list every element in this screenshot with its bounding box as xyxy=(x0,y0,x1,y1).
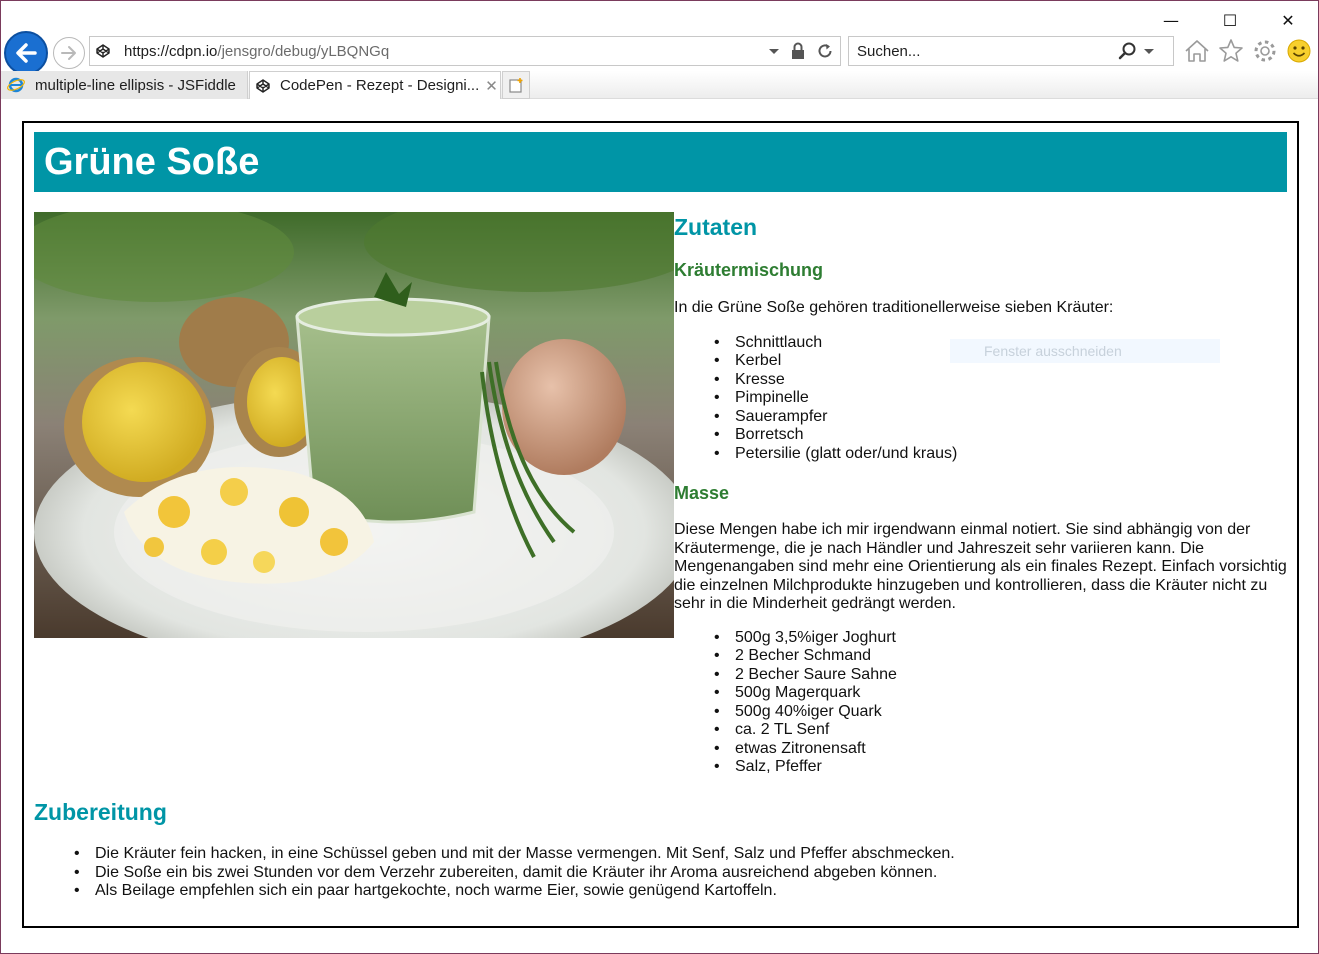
page-title: Grüne Soße xyxy=(44,141,260,183)
codepen-icon xyxy=(96,44,110,58)
lock-icon[interactable] xyxy=(790,42,806,60)
list-item: 2 Becher Saure Sahne xyxy=(714,666,1289,685)
search-tools xyxy=(1117,41,1155,61)
herb-intro-text: In die Grüne Soße gehören traditioneller… xyxy=(674,299,1114,316)
minimize-button[interactable]: — xyxy=(1148,7,1194,33)
tab-bar: multiple-line ellipsis - JSFiddle CodePe… xyxy=(1,71,1318,99)
list-item: Als Beilage empfehlen sich ein paar hart… xyxy=(74,882,1287,901)
address-tools xyxy=(768,42,834,60)
preparation-heading: Zubereitung xyxy=(34,799,167,825)
snip-label: Fenster ausschneiden xyxy=(984,343,1122,359)
browser-window: — ☐ ✕ https://cdpn.io/jensgro/debug/yLBQ… xyxy=(0,0,1319,954)
mass-heading: Masse xyxy=(674,483,730,503)
url-path: /jensgro/debug/yLBQNGq xyxy=(217,42,390,60)
list-item: 2 Becher Schmand xyxy=(714,647,1289,666)
search-icon[interactable] xyxy=(1117,41,1137,61)
list-item: 500g Magerquark xyxy=(714,684,1289,703)
refresh-icon[interactable] xyxy=(816,42,834,60)
preparation-list: Die Kräuter fein hacken, in eine Schüsse… xyxy=(34,845,1287,901)
back-button[interactable] xyxy=(4,31,48,75)
tab-label: CodePen - Rezept - Designi... xyxy=(280,77,480,94)
arrow-right-icon xyxy=(61,46,76,60)
list-item: etwas Zitronensaft xyxy=(714,740,1289,759)
ingredients-heading: Zutaten xyxy=(674,214,758,240)
tab-label: multiple-line ellipsis - JSFiddle xyxy=(35,76,236,94)
navigation-bar: https://cdpn.io/jensgro/debug/yLBQNGq xyxy=(1,31,1318,75)
list-item: Salz, Pfeffer xyxy=(714,758,1289,777)
mass-intro-text: Diese Mengen habe ich mir irgendwann ein… xyxy=(674,521,1287,612)
tab-codepen[interactable]: CodePen - Rezept - Designi... ✕ xyxy=(249,71,501,99)
close-window-button[interactable]: ✕ xyxy=(1265,7,1311,33)
list-item: Petersilie (glatt oder/und kraus) xyxy=(714,445,1289,464)
settings-button[interactable] xyxy=(1251,37,1279,65)
star-icon xyxy=(1219,39,1243,62)
list-item: Die Soße ein bis zwei Stunden vor dem Ve… xyxy=(74,864,1287,883)
url-text[interactable]: https://cdpn.io/jensgro/debug/yLBQNGq xyxy=(124,43,768,60)
forward-button[interactable] xyxy=(53,37,85,69)
minimize-icon: — xyxy=(1163,10,1179,30)
arrow-left-icon xyxy=(16,43,37,63)
green-sauce-photo xyxy=(34,212,674,638)
gear-icon xyxy=(1254,40,1276,62)
site-favicon xyxy=(90,44,116,58)
smiley-icon xyxy=(1287,39,1311,63)
internet-explorer-icon xyxy=(7,77,25,93)
list-item: Die Kräuter fein hacken, in eine Schüsse… xyxy=(74,845,1287,864)
herb-mix-heading: Kräutermischung xyxy=(674,260,824,280)
list-item: 500g 3,5%iger Joghurt xyxy=(714,629,1289,648)
dropdown-arrow-icon[interactable] xyxy=(768,45,780,57)
recipe-banner: Grüne Soße xyxy=(34,132,1287,192)
feedback-button[interactable] xyxy=(1285,37,1313,65)
address-bar[interactable]: https://cdpn.io/jensgro/debug/yLBQNGq xyxy=(89,36,841,66)
mass-list: 500g 3,5%iger Joghurt 2 Becher Schmand 2… xyxy=(674,629,1289,777)
home-button[interactable] xyxy=(1183,37,1211,65)
snip-window-overlay: Fenster ausschneiden xyxy=(950,339,1220,363)
ingredients-section: Zutaten Kräutermischung In die Grüne Soß… xyxy=(674,213,1289,777)
page-content: Grüne Soße Zutaten Kräutermischung In di… xyxy=(22,121,1299,928)
list-item: Sauerampfer xyxy=(714,408,1289,427)
list-item: Kresse xyxy=(714,371,1289,390)
tab-jsfiddle[interactable]: multiple-line ellipsis - JSFiddle xyxy=(1,71,248,99)
search-input[interactable] xyxy=(857,42,1117,60)
list-item: 500g 40%iger Quark xyxy=(714,703,1289,722)
recipe-photo xyxy=(34,212,674,638)
close-icon: ✕ xyxy=(1281,10,1295,30)
favorites-button[interactable] xyxy=(1217,37,1245,65)
list-item: ca. 2 TL Senf xyxy=(714,721,1289,740)
new-tab-button[interactable] xyxy=(502,71,530,99)
maximize-button[interactable]: ☐ xyxy=(1207,7,1253,33)
list-item: Borretsch xyxy=(714,426,1289,445)
list-item: Pimpinelle xyxy=(714,389,1289,408)
search-dropdown-icon[interactable] xyxy=(1143,45,1155,57)
new-tab-icon xyxy=(509,78,523,93)
toolbar-icons xyxy=(1183,37,1313,65)
close-tab-icon[interactable]: ✕ xyxy=(485,77,498,95)
codepen-icon xyxy=(256,78,270,93)
home-icon xyxy=(1185,40,1209,62)
preparation-section: Zubereitung Die Kräuter fein hacken, in … xyxy=(34,798,1287,901)
url-host: https://cdpn.io xyxy=(124,42,218,60)
search-box[interactable] xyxy=(848,36,1174,66)
maximize-icon: ☐ xyxy=(1222,10,1238,30)
